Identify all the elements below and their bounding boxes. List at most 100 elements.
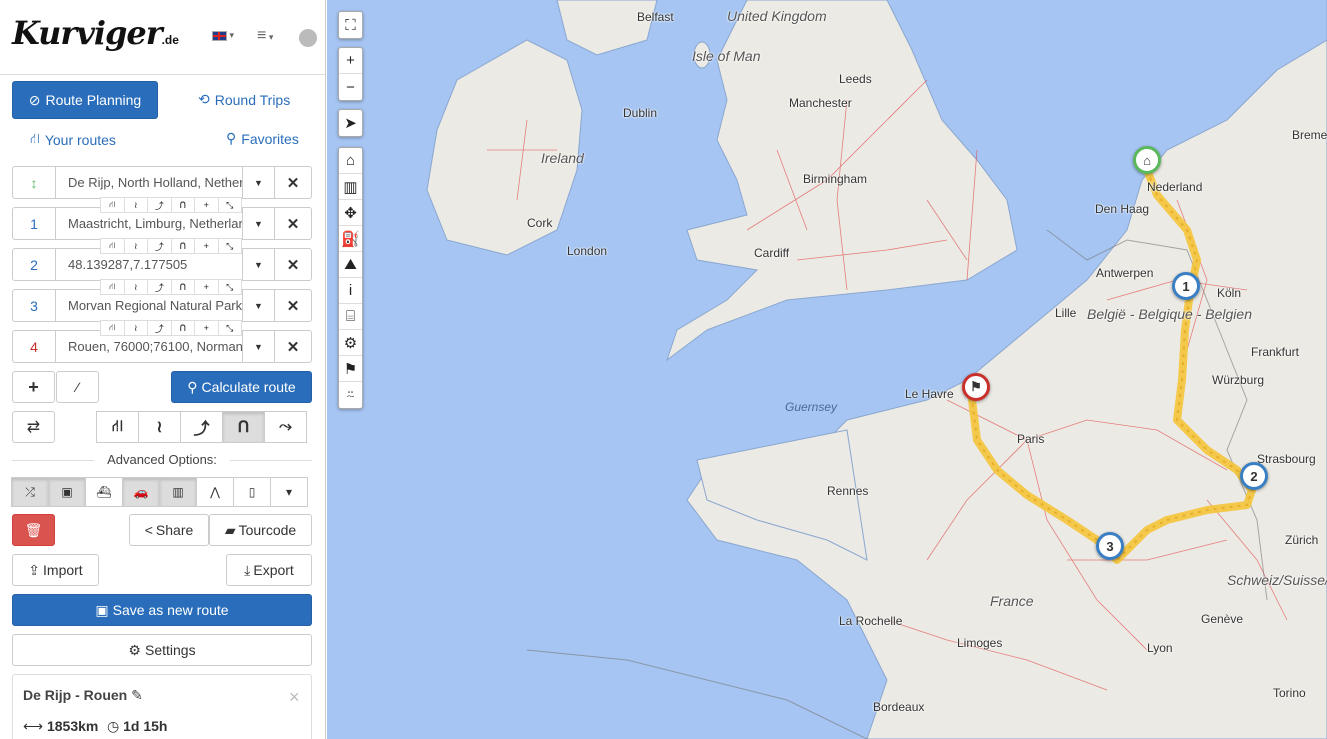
zoom-in-button[interactable]: +	[339, 48, 362, 74]
settings-button[interactable]: ⚙ Settings	[12, 634, 312, 666]
map-layer-button-1[interactable]: ▥	[339, 174, 362, 200]
segment-option-0[interactable]: ⛙	[100, 238, 125, 254]
route-marker-1[interactable]: 1	[1172, 272, 1200, 300]
advanced-option-0[interactable]: ⤮	[11, 477, 49, 507]
gear-icon: ⚙	[128, 641, 141, 658]
segment-option-1[interactable]: ≀	[123, 238, 148, 254]
language-selector[interactable]: ▾	[212, 30, 240, 46]
waypoint-dropdown-button[interactable]: ▼	[242, 330, 275, 363]
advanced-option-4[interactable]: ▥	[159, 477, 197, 507]
fullscreen-control[interactable]: ⛶	[338, 11, 363, 39]
waypoint-dropdown-button[interactable]: ▼	[242, 207, 275, 240]
segment-option-2[interactable]: ⤴	[147, 238, 172, 254]
logo[interactable]: Kurviger.de	[12, 14, 179, 52]
segment-option-5[interactable]: ⤡	[217, 279, 242, 295]
route-marker-2[interactable]: 2	[1240, 462, 1268, 490]
waypoint-input[interactable]	[55, 166, 255, 199]
map-layer-button-9[interactable]: ⍨	[339, 382, 362, 408]
profile-option-3[interactable]: ᑎ	[222, 411, 265, 443]
profile-option-0[interactable]: ⛙	[96, 411, 139, 443]
segment-option-4[interactable]: +	[194, 279, 219, 295]
segment-option-0[interactable]: ⛙	[100, 279, 125, 295]
map-layer-button-8[interactable]: ⚑	[339, 356, 362, 382]
waypoint-marker[interactable]: 4	[12, 330, 56, 363]
segment-option-0[interactable]: ⛙	[100, 320, 125, 336]
magic-wand-button[interactable]: ⁄	[56, 371, 99, 403]
segment-option-2[interactable]: ⤴	[147, 279, 172, 295]
segment-option-4[interactable]: +	[194, 197, 219, 213]
export-button[interactable]: ⤓ Export	[226, 554, 312, 586]
waypoint-marker[interactable]: ↕	[12, 166, 56, 199]
close-card-button[interactable]: ×	[289, 687, 300, 708]
waypoint-marker[interactable]: 1	[12, 207, 56, 240]
advanced-option-3[interactable]: 🚗	[122, 477, 160, 507]
calculate-route-button[interactable]: ⚲ Calculate route	[171, 371, 312, 403]
segment-option-2[interactable]: ⤴	[147, 197, 172, 213]
route-marker-3[interactable]: 3	[1096, 532, 1124, 560]
round-trips-link[interactable]: ⟲ Round Trips	[198, 91, 290, 108]
waypoint-marker[interactable]: 2	[12, 248, 56, 281]
advanced-option-7[interactable]: ▾	[270, 477, 308, 507]
segment-option-4[interactable]: +	[194, 320, 219, 336]
advanced-option-1[interactable]: ▣	[48, 477, 86, 507]
route-planning-button[interactable]: ⊘ Route Planning	[12, 81, 158, 119]
tourcode-button[interactable]: ▰ Tourcode	[209, 514, 312, 546]
add-waypoint-button[interactable]: +	[12, 371, 55, 403]
waypoint-dropdown-button[interactable]: ▼	[242, 166, 275, 199]
map-layer-button-5[interactable]: i	[339, 278, 362, 304]
reverse-route-button[interactable]: ⇄	[12, 411, 55, 443]
remove-waypoint-button[interactable]: ✕	[274, 330, 312, 363]
advanced-option-5[interactable]: ⋀	[196, 477, 234, 507]
map-layer-button-6[interactable]: ⌸	[339, 304, 362, 330]
segment-option-5[interactable]: ⤡	[217, 197, 242, 213]
segment-option-5[interactable]: ⤡	[217, 238, 242, 254]
profile-option-4[interactable]: ⤳	[264, 411, 307, 443]
user-avatar-icon[interactable]	[299, 29, 317, 47]
edit-icon[interactable]: ✎	[131, 687, 143, 703]
fullscreen-icon[interactable]: ⛶	[339, 12, 362, 38]
zoom-out-button[interactable]: −	[339, 74, 362, 100]
map-canvas[interactable]: Belfast United Kingdom Isle of Man Leeds Man…	[327, 0, 1327, 739]
map-layer-button-2[interactable]: ✥	[339, 200, 362, 226]
waypoint-dropdown-button[interactable]: ▼	[242, 289, 275, 322]
waypoint-dropdown-button[interactable]: ▼	[242, 248, 275, 281]
locate-icon[interactable]: ➤	[339, 110, 362, 136]
segment-option-4[interactable]: +	[194, 238, 219, 254]
share-button[interactable]: < Share	[129, 514, 209, 546]
import-button[interactable]: ⇪ Import	[12, 554, 99, 586]
favorites-link[interactable]: ⚲ Favorites	[226, 130, 299, 147]
locate-control[interactable]: ➤	[338, 109, 363, 137]
segment-option-3[interactable]: ᑎ	[170, 320, 195, 336]
remove-waypoint-button[interactable]: ✕	[274, 166, 312, 199]
remove-waypoint-button[interactable]: ✕	[274, 207, 312, 240]
profile-option-2[interactable]: ⤴	[180, 411, 223, 443]
map-layer-button-0[interactable]: ⌂	[339, 148, 362, 174]
segment-option-1[interactable]: ≀	[123, 320, 148, 336]
map-layer-button-3[interactable]: ⛽	[339, 226, 362, 252]
segment-option-3[interactable]: ᑎ	[170, 197, 195, 213]
route-marker-0[interactable]: ⌂	[1133, 146, 1161, 174]
segment-option-2[interactable]: ⤴	[147, 320, 172, 336]
your-routes-link[interactable]: ⛙ Your routes	[30, 130, 116, 149]
route-marker-4[interactable]: ⚑	[962, 373, 990, 401]
segment-option-5[interactable]: ⤡	[217, 320, 242, 336]
caret-down-icon: ▼	[254, 341, 263, 352]
map-layer-button-4[interactable]: ⛰	[339, 252, 362, 278]
remove-waypoint-button[interactable]: ✕	[274, 289, 312, 322]
save-route-button[interactable]: ▣ Save as new route	[12, 594, 312, 626]
hamburger-menu-button[interactable]: ≡ ▾	[257, 27, 273, 45]
remove-waypoint-button[interactable]: ✕	[274, 248, 312, 281]
map-layer-button-7[interactable]: ⚙	[339, 330, 362, 356]
segment-option-3[interactable]: ᑎ	[170, 238, 195, 254]
profile-option-1[interactable]: ≀	[138, 411, 181, 443]
advanced-option-6[interactable]: ▯	[233, 477, 271, 507]
map-label: Nederland	[1147, 180, 1203, 194]
segment-option-0[interactable]: ⛙	[100, 197, 125, 213]
segment-option-3[interactable]: ᑎ	[170, 279, 195, 295]
advanced-option-2[interactable]: ⛴	[85, 477, 123, 507]
segment-option-1[interactable]: ≀	[123, 197, 148, 213]
segment-option-1[interactable]: ≀	[123, 279, 148, 295]
waypoint-marker[interactable]: 3	[12, 289, 56, 322]
map-label: La Rochelle	[839, 614, 903, 628]
delete-route-button[interactable]: 🗑	[12, 514, 55, 546]
